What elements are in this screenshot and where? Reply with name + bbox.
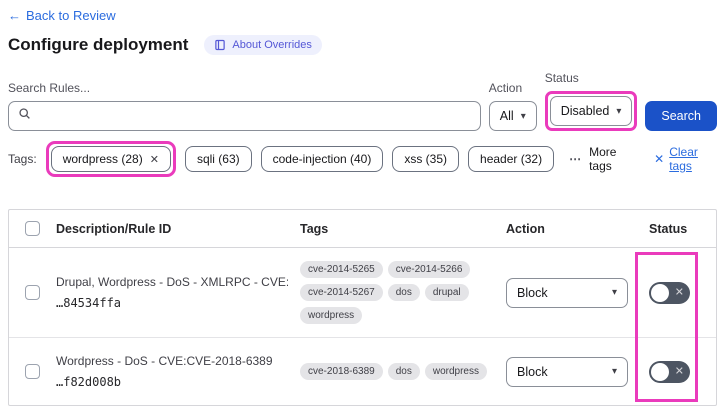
rule-tags-cell: cve-2018-6389 dos wordpress [300, 353, 506, 390]
rules-table: Description/Rule ID Tags Action Status D… [8, 209, 717, 406]
header-checkbox-cell [9, 221, 56, 236]
rule-id: …84534ffa [56, 296, 122, 310]
search-button[interactable]: Search [645, 101, 717, 131]
rule-tags-cell: cve-2014-5265 cve-2014-5266 cve-2014-526… [300, 251, 506, 334]
action-label: Action [488, 81, 523, 95]
toggle-knob [651, 362, 669, 381]
search-icon [18, 107, 31, 125]
select-all-checkbox[interactable] [25, 221, 40, 236]
toggle-off-icon: ✕ [674, 286, 684, 298]
title-row: Configure deployment About Overrides [8, 35, 717, 55]
ellipsis-icon: ⋯ [569, 152, 583, 166]
tags-bar: Tags: wordpress (28) ✕ sqli (63) code-in… [8, 141, 717, 177]
action-select-value: Block [517, 285, 548, 300]
col-description: Description/Rule ID [56, 221, 172, 236]
rule-tag: dos [387, 284, 420, 301]
rule-tag: drupal [424, 284, 469, 301]
tag-code-injection[interactable]: code-injection (40) [260, 146, 384, 172]
action-select[interactable]: Block ▾ [506, 356, 628, 387]
toggle-knob [651, 283, 669, 302]
configure-deployment-page: ← Back to Review Configure deployment Ab… [0, 0, 725, 412]
toggle-off-icon: ✕ [674, 365, 684, 377]
back-arrow-icon: ← [8, 8, 21, 23]
rule-description: Drupal, Wordpress - DoS - XMLRPC - CVE:C… [56, 275, 288, 289]
chevron-down-icon: ▾ [611, 366, 617, 377]
status-value: Disabled [560, 104, 610, 118]
search-input[interactable] [38, 109, 471, 123]
tag-sqli[interactable]: sqli (63) [184, 146, 252, 172]
rule-tag: cve-2018-6389 [300, 363, 383, 380]
row-checkbox-cell [9, 364, 56, 379]
chevron-down-icon: ▾ [616, 105, 622, 117]
search-box[interactable] [8, 101, 481, 131]
action-value: All [499, 109, 514, 123]
status-column: Status Disabled ▾ [544, 71, 638, 131]
rule-tag: cve-2014-5267 [300, 284, 383, 301]
rule-action-cell: Block ▾ [506, 277, 641, 308]
action-dropdown[interactable]: All ▾ [488, 101, 537, 131]
tag-header[interactable]: header (32) [468, 146, 555, 172]
remove-tag-icon[interactable]: ✕ [150, 153, 159, 166]
clear-tags-button[interactable]: ✕ Clear tags [654, 145, 717, 173]
search-rules-label: Search Rules... [8, 81, 91, 95]
rule-tag: cve-2014-5265 [300, 261, 383, 278]
rule-id: …f82d008b [56, 375, 122, 389]
rule-tag: wordpress [424, 363, 487, 380]
chevron-down-icon: ▾ [611, 287, 617, 298]
back-to-review-link[interactable]: ← Back to Review [8, 8, 116, 23]
about-overrides-label: About Overrides [232, 39, 312, 51]
rule-description-cell: Drupal, Wordpress - DoS - XMLRPC - CVE:C… [56, 275, 300, 310]
tag-wordpress[interactable]: wordpress (28) ✕ [50, 146, 171, 172]
rule-tag: wordpress [300, 307, 363, 324]
rule-status-cell: ✕ [641, 281, 716, 304]
col-tags: Tags [300, 221, 329, 236]
clear-tags-label: Clear tags [669, 145, 698, 173]
more-tags-label: More tags [589, 145, 617, 173]
rule-description-cell: Wordpress - DoS - CVE:CVE-2018-6389 …f82… [56, 354, 300, 389]
table-header: Description/Rule ID Tags Action Status [9, 210, 716, 248]
book-icon [214, 39, 226, 51]
row-checkbox[interactable] [25, 285, 40, 300]
selected-tag-highlight: wordpress (28) ✕ [45, 141, 176, 177]
action-column: Action All ▾ [488, 81, 537, 131]
close-icon: ✕ [654, 152, 665, 166]
rule-status-cell: ✕ [641, 360, 716, 383]
about-overrides-badge[interactable]: About Overrides [204, 35, 322, 55]
tags-label: Tags: [8, 152, 37, 166]
rule-description: Wordpress - DoS - CVE:CVE-2018-6389 [56, 354, 273, 368]
col-status: Status [649, 221, 688, 236]
status-dropdown-highlight: Disabled ▾ [544, 91, 638, 131]
chevron-down-icon: ▾ [520, 110, 526, 122]
filter-controls: Search Rules... Action All ▾ Status Disa… [8, 71, 717, 131]
rule-tag: cve-2014-5266 [387, 261, 471, 278]
col-action: Action [506, 221, 545, 236]
action-select-value: Block [517, 364, 548, 379]
row-checkbox[interactable] [25, 364, 40, 379]
more-tags-button[interactable]: ⋯ More tags [569, 145, 635, 173]
status-label: Status [544, 71, 579, 85]
page-title: Configure deployment [8, 35, 189, 54]
rule-action-cell: Block ▾ [506, 356, 641, 387]
tag-xss[interactable]: xss (35) [392, 146, 460, 172]
status-toggle[interactable]: ✕ [649, 360, 690, 383]
search-column: Search Rules... [8, 81, 481, 131]
action-select[interactable]: Block ▾ [506, 277, 628, 308]
table-row: Wordpress - DoS - CVE:CVE-2018-6389 …f82… [9, 338, 716, 405]
table-row: Drupal, Wordpress - DoS - XMLRPC - CVE:C… [9, 248, 716, 338]
row-checkbox-cell [9, 285, 56, 300]
status-dropdown[interactable]: Disabled ▾ [549, 96, 633, 126]
status-toggle[interactable]: ✕ [649, 281, 690, 304]
rule-tag: dos [387, 363, 420, 380]
back-link-label: Back to Review [26, 8, 116, 23]
tag-wordpress-label: wordpress (28) [62, 152, 143, 166]
